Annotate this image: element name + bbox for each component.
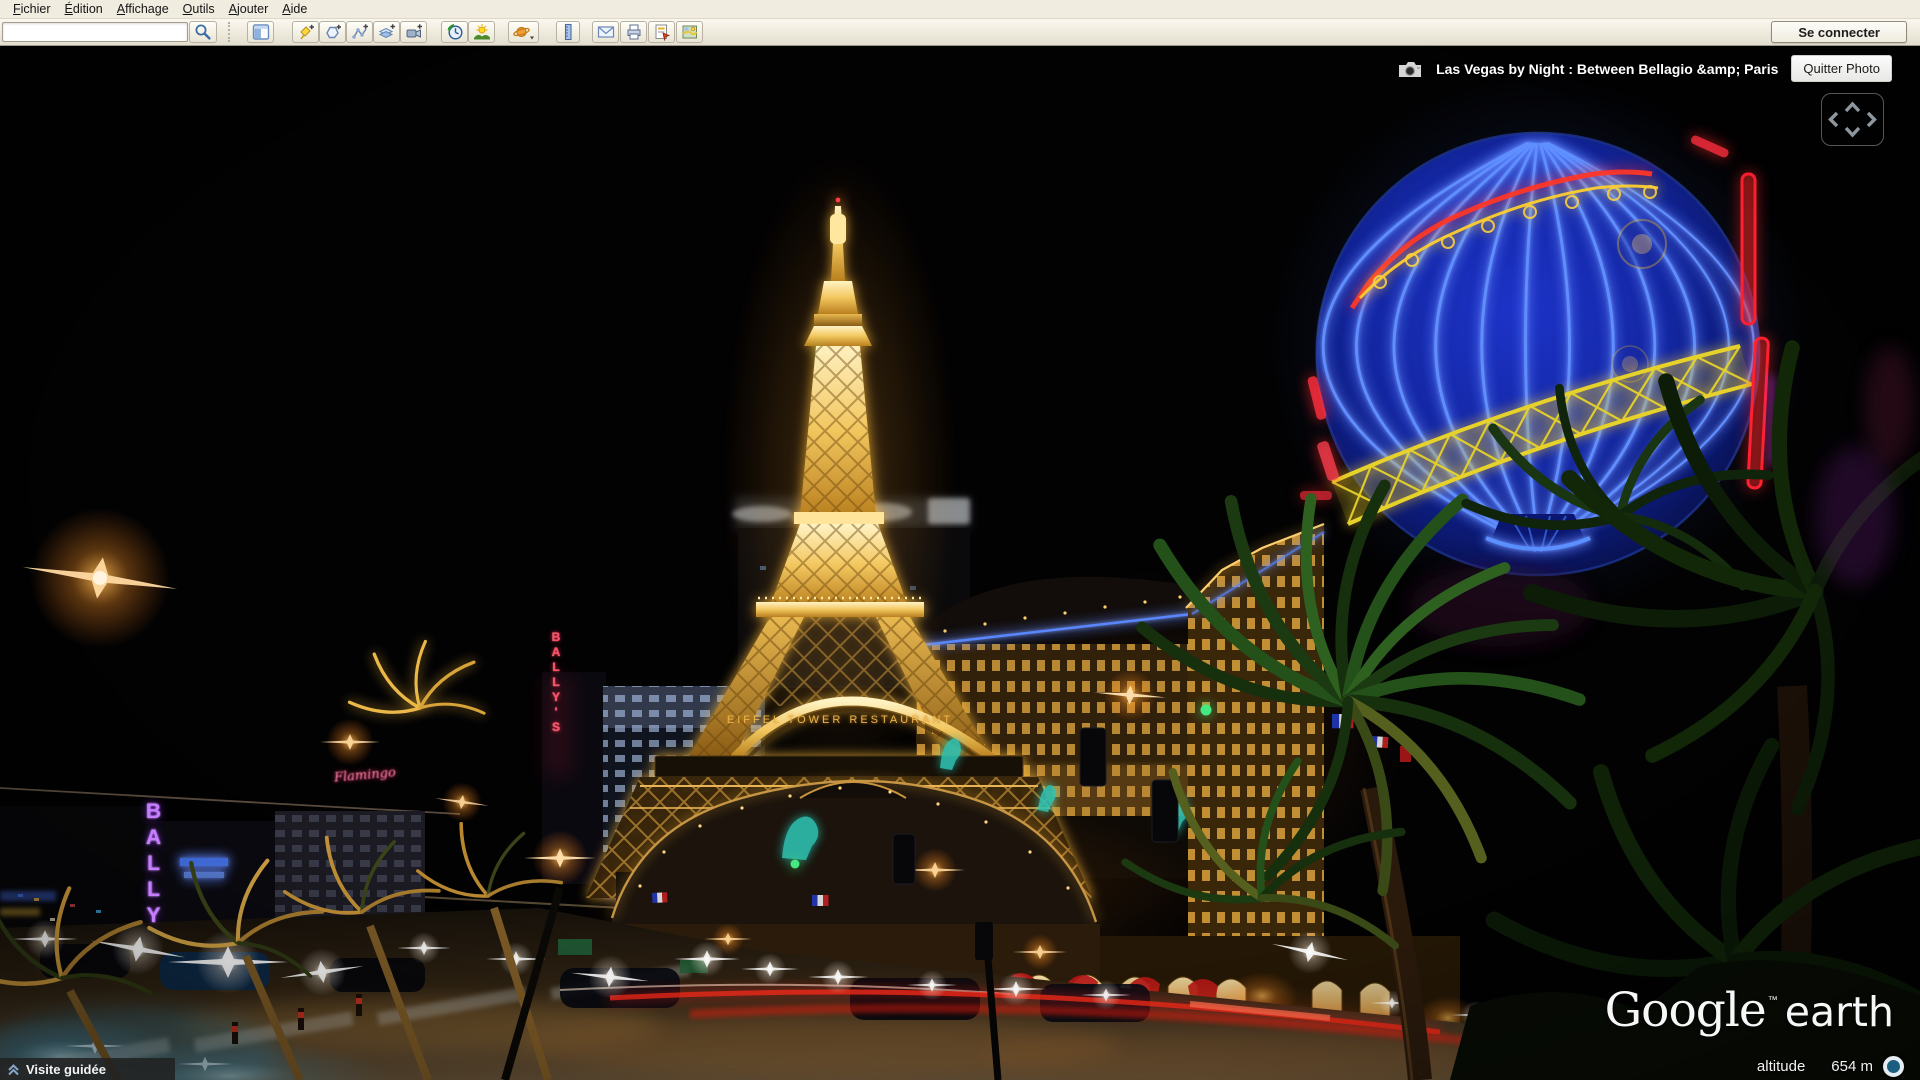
- overlay-plus-icon: [378, 23, 396, 41]
- nav-right-icon: [1868, 113, 1875, 126]
- photo-navigation-pad[interactable]: [1821, 93, 1884, 146]
- save-image-button[interactable]: [648, 21, 675, 43]
- add-polygon-button[interactable]: [319, 21, 346, 43]
- altitude-label: altitude: [1757, 1058, 1805, 1075]
- add-placemark-button[interactable]: [292, 21, 319, 43]
- status-bar: altitude 654 m: [1757, 1056, 1904, 1077]
- ruler-icon: [560, 23, 576, 41]
- toolbar-separator: [228, 22, 230, 42]
- sun-icon: [473, 23, 491, 41]
- photo-header: Las Vegas by Night : Between Bellagio &a…: [1397, 55, 1892, 82]
- saturn-icon: [513, 23, 535, 41]
- path-plus-icon: [351, 23, 369, 41]
- pushpin-plus-icon: [297, 23, 315, 41]
- print-button[interactable]: [620, 21, 647, 43]
- record-tour-button[interactable]: [400, 21, 427, 43]
- dropdown-arrow-icon: [530, 37, 534, 40]
- photo-scene: [0, 46, 1920, 1080]
- envelope-icon: [597, 23, 615, 41]
- planets-button[interactable]: [508, 21, 539, 43]
- save-image-icon: [653, 23, 671, 41]
- nav-down-icon: [1846, 128, 1859, 135]
- menu-affichage[interactable]: Affichage: [110, 1, 176, 17]
- view-in-maps-button[interactable]: [676, 21, 703, 43]
- nav-up-icon: [1846, 104, 1859, 111]
- add-path-button[interactable]: [346, 21, 373, 43]
- camera-icon: [1397, 59, 1423, 79]
- guided-tour-label: Visite guidée: [26, 1062, 106, 1077]
- printer-icon: [625, 23, 643, 41]
- historical-imagery-button[interactable]: [441, 21, 468, 43]
- search-input[interactable]: [2, 22, 188, 42]
- guided-tour-bar[interactable]: Visite guidée: [0, 1058, 175, 1080]
- exit-photo-button[interactable]: Quitter Photo: [1791, 55, 1892, 82]
- google-earth-window: Fichier Édition Affichage Outils Ajouter…: [0, 0, 1920, 1080]
- menu-outils[interactable]: Outils: [176, 1, 222, 17]
- nav-left-icon: [1831, 113, 1838, 126]
- maps-icon: [681, 23, 699, 41]
- menu-aide[interactable]: Aide: [275, 1, 314, 17]
- toolbar: Se connecter: [0, 19, 1920, 46]
- vignette: [0, 46, 1920, 1080]
- search-button[interactable]: [189, 21, 217, 43]
- ruler-button[interactable]: [556, 21, 580, 43]
- sidebar-icon: [252, 23, 270, 41]
- email-button[interactable]: [592, 21, 619, 43]
- menu-fichier[interactable]: Fichier: [6, 1, 58, 17]
- clock-icon: [446, 23, 464, 41]
- photo-viewport[interactable]: BALLY'S BALLY Flamingo EIFFEL TOWER REST…: [0, 46, 1920, 1080]
- altitude-value: 654 m: [1831, 1058, 1873, 1075]
- menu-bar: Fichier Édition Affichage Outils Ajouter…: [0, 0, 1920, 19]
- chevrons-up-icon: [7, 1063, 20, 1076]
- toggle-sidebar-button[interactable]: [247, 21, 274, 43]
- photo-title: Las Vegas by Night : Between Bellagio &a…: [1436, 61, 1778, 77]
- add-image-overlay-button[interactable]: [373, 21, 400, 43]
- camcorder-plus-icon: [405, 23, 423, 41]
- streaming-indicator-icon: [1883, 1056, 1904, 1077]
- polygon-plus-icon: [324, 23, 342, 41]
- sunlight-button[interactable]: [468, 21, 495, 43]
- sign-in-button[interactable]: Se connecter: [1771, 21, 1907, 43]
- menu-edition[interactable]: Édition: [58, 1, 110, 17]
- magnifier-icon: [194, 23, 212, 41]
- menu-ajouter[interactable]: Ajouter: [222, 1, 276, 17]
